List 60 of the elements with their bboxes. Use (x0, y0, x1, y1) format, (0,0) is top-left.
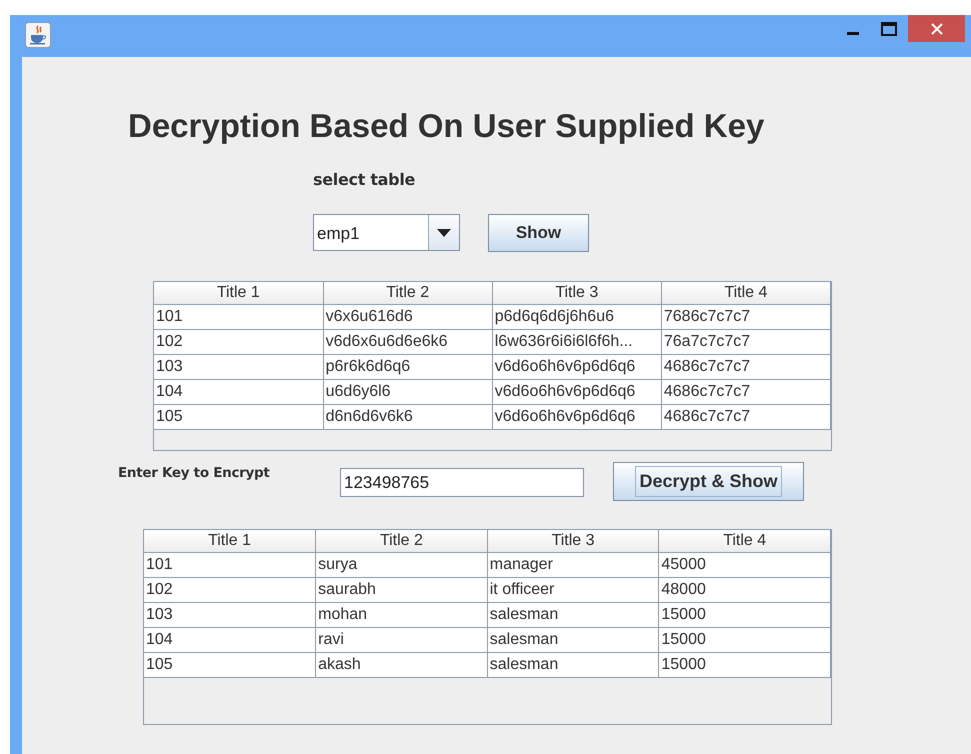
table-cell: d6n6d6v6k6 (323, 404, 492, 429)
app-icon[interactable] (25, 22, 51, 48)
table-cell: 105 (144, 652, 316, 677)
table-cell: 15000 (658, 602, 830, 627)
show-button[interactable]: Show (488, 214, 589, 252)
table-cell: v6d6o6h6v6p6d6q6 (492, 354, 662, 379)
close-icon[interactable] (930, 22, 942, 34)
table-cell: salesman (487, 627, 659, 652)
dropdown-arrow-icon[interactable] (437, 228, 451, 236)
table-cell: v6x6u616d6 (323, 304, 492, 329)
table-cell: mohan (316, 602, 488, 627)
table-cell: 7686c7c7c7 (661, 304, 830, 329)
table-cell: 104 (154, 379, 324, 404)
table-cell: 76a7c7c7c7 (661, 329, 830, 354)
close-button[interactable] (908, 15, 965, 42)
column-header[interactable]: Title 1 (154, 282, 324, 304)
table-cell: 103 (154, 354, 324, 379)
column-header[interactable]: Title 3 (492, 282, 662, 304)
table-cell: u6d6y6l6 (323, 379, 492, 404)
table-cell: salesman (487, 602, 659, 627)
column-header[interactable]: Title 1 (144, 530, 316, 552)
decrypt-button[interactable]: Decrypt & Show (613, 462, 804, 501)
table-cell: 101 (144, 552, 316, 577)
table-cell: 102 (144, 577, 316, 602)
table-cell: 45000 (658, 552, 830, 577)
table-cell: v6d6o6h6v6p6d6q6 (492, 379, 662, 404)
table-cell: 4686c7c7c7 (661, 404, 830, 429)
table-cell: salesman (487, 652, 659, 677)
table-cell: 104 (144, 627, 316, 652)
column-header[interactable]: Title 4 (658, 530, 830, 552)
key-field[interactable]: 123498765 (340, 468, 584, 497)
table-cell: 15000 (658, 627, 830, 652)
table-cell: surya (316, 552, 488, 577)
table-cell: 102 (154, 329, 324, 354)
table-cell: 4686c7c7c7 (661, 379, 830, 404)
table-cell: 101 (154, 304, 324, 329)
table-cell: p6r6k6d6q6 (323, 354, 492, 379)
table-cell: 48000 (658, 577, 830, 602)
table-cell: v6d6x6u6d6e6k6 (323, 329, 492, 354)
table-cell: v6d6o6h6v6p6d6q6 (492, 404, 662, 429)
table-cell: l6w636r6i6i6l6f6h... (492, 329, 662, 354)
table-cell: akash (316, 652, 488, 677)
table-cell: 4686c7c7c7 (661, 354, 830, 379)
table-dropdown[interactable]: emp1 (313, 214, 460, 251)
table-cell: 103 (144, 602, 316, 627)
column-header[interactable]: Title 3 (487, 530, 659, 552)
column-header[interactable]: Title 2 (323, 282, 492, 304)
table-cell: it officeer (487, 577, 659, 602)
table-cell: manager (487, 552, 659, 577)
heading: Decryption Based On User Supplied Key (128, 106, 764, 146)
select-label: select table (313, 169, 416, 191)
maximize-icon[interactable] (881, 22, 897, 36)
column-header[interactable]: Title 2 (316, 530, 488, 552)
table-cell: p6d6q6d6j6h6u6 (492, 304, 662, 329)
table-cell: ravi (316, 627, 488, 652)
table-cell: saurabh (316, 577, 488, 602)
key-label: Enter Key to Encrypt (118, 464, 271, 483)
table-cell: 15000 (658, 652, 830, 677)
column-header[interactable]: Title 4 (661, 282, 830, 304)
table-cell: 105 (154, 404, 324, 429)
